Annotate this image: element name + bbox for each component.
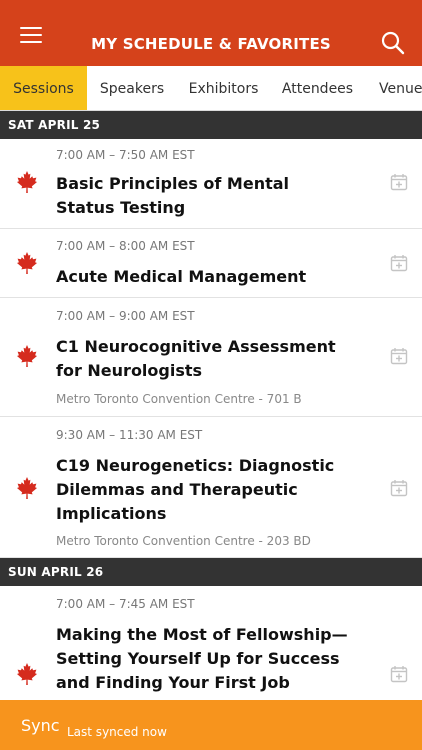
session-row[interactable]: 7:00 AM – 9:00 AM EST C1 Neurocognitive …: [0, 298, 422, 417]
add-to-calendar-icon[interactable]: [390, 665, 408, 683]
maple-leaf-icon: [17, 345, 37, 367]
session-row[interactable]: 9:30 AM – 11:30 AM EST C19 Neurogenetics…: [0, 417, 422, 558]
session-row[interactable]: 7:00 AM – 7:45 AM EST Making the Most of…: [0, 586, 422, 700]
tab-sessions[interactable]: Sessions: [0, 66, 87, 110]
session-venue: Metro Toronto Convention Centre - 701 B: [56, 392, 302, 406]
tab-venues[interactable]: Venues: [365, 66, 422, 110]
session-time: 7:00 AM – 7:50 AM EST: [56, 148, 195, 162]
menu-button[interactable]: [16, 24, 46, 46]
search-icon[interactable]: [380, 30, 406, 56]
session-time: 7:00 AM – 9:00 AM EST: [56, 309, 195, 323]
add-to-calendar-icon[interactable]: [390, 479, 408, 497]
sync-button[interactable]: Sync: [21, 716, 60, 735]
session-title: C19 Neurogenetics: Diagnostic Dilemmas a…: [56, 456, 335, 523]
day-header: SUN APRIL 26: [0, 558, 422, 586]
app-header: MY SCHEDULE & FAVORITES: [0, 0, 422, 66]
add-to-calendar-icon[interactable]: [390, 254, 408, 272]
session-time: 7:00 AM – 8:00 AM EST: [56, 239, 195, 253]
tab-speakers[interactable]: Speakers: [87, 66, 177, 110]
session-title: Acute Medical Management: [56, 267, 307, 286]
maple-leaf-icon: [17, 477, 37, 499]
maple-leaf-icon: [17, 171, 37, 193]
add-to-calendar-icon[interactable]: [390, 347, 408, 365]
sync-status: Last synced now: [67, 725, 167, 739]
page-title: MY SCHEDULE & FAVORITES: [91, 35, 331, 53]
day-header: SAT APRIL 25: [0, 111, 422, 139]
maple-leaf-icon: [17, 663, 37, 685]
session-time: 9:30 AM – 11:30 AM EST: [56, 428, 203, 442]
session-row[interactable]: 7:00 AM – 8:00 AM EST Acute Medical Mana…: [0, 229, 422, 298]
category-tabs: Sessions Speakers Exhibitors Attendees V…: [0, 66, 422, 111]
session-time: 7:00 AM – 7:45 AM EST: [56, 597, 195, 611]
session-title: Basic Principles of Mental Status Testin…: [56, 174, 290, 217]
session-venue: Metro Toronto Convention Centre - 203 BD: [56, 534, 311, 548]
sync-bar: Sync Last synced now: [0, 700, 422, 750]
hamburger-icon-line: [20, 41, 42, 43]
maple-leaf-icon: [17, 252, 37, 274]
add-to-calendar-icon[interactable]: [390, 173, 408, 191]
tab-exhibitors[interactable]: Exhibitors: [177, 66, 270, 110]
session-row[interactable]: 7:00 AM – 7:50 AM EST Basic Principles o…: [0, 139, 422, 229]
session-title: Making the Most of Fellowship—Setting Yo…: [56, 625, 348, 692]
tab-attendees[interactable]: Attendees: [270, 66, 365, 110]
session-title: C1 Neurocognitive Assessment for Neurolo…: [56, 337, 336, 380]
hamburger-icon-line: [20, 27, 42, 29]
hamburger-icon-line: [20, 34, 42, 36]
